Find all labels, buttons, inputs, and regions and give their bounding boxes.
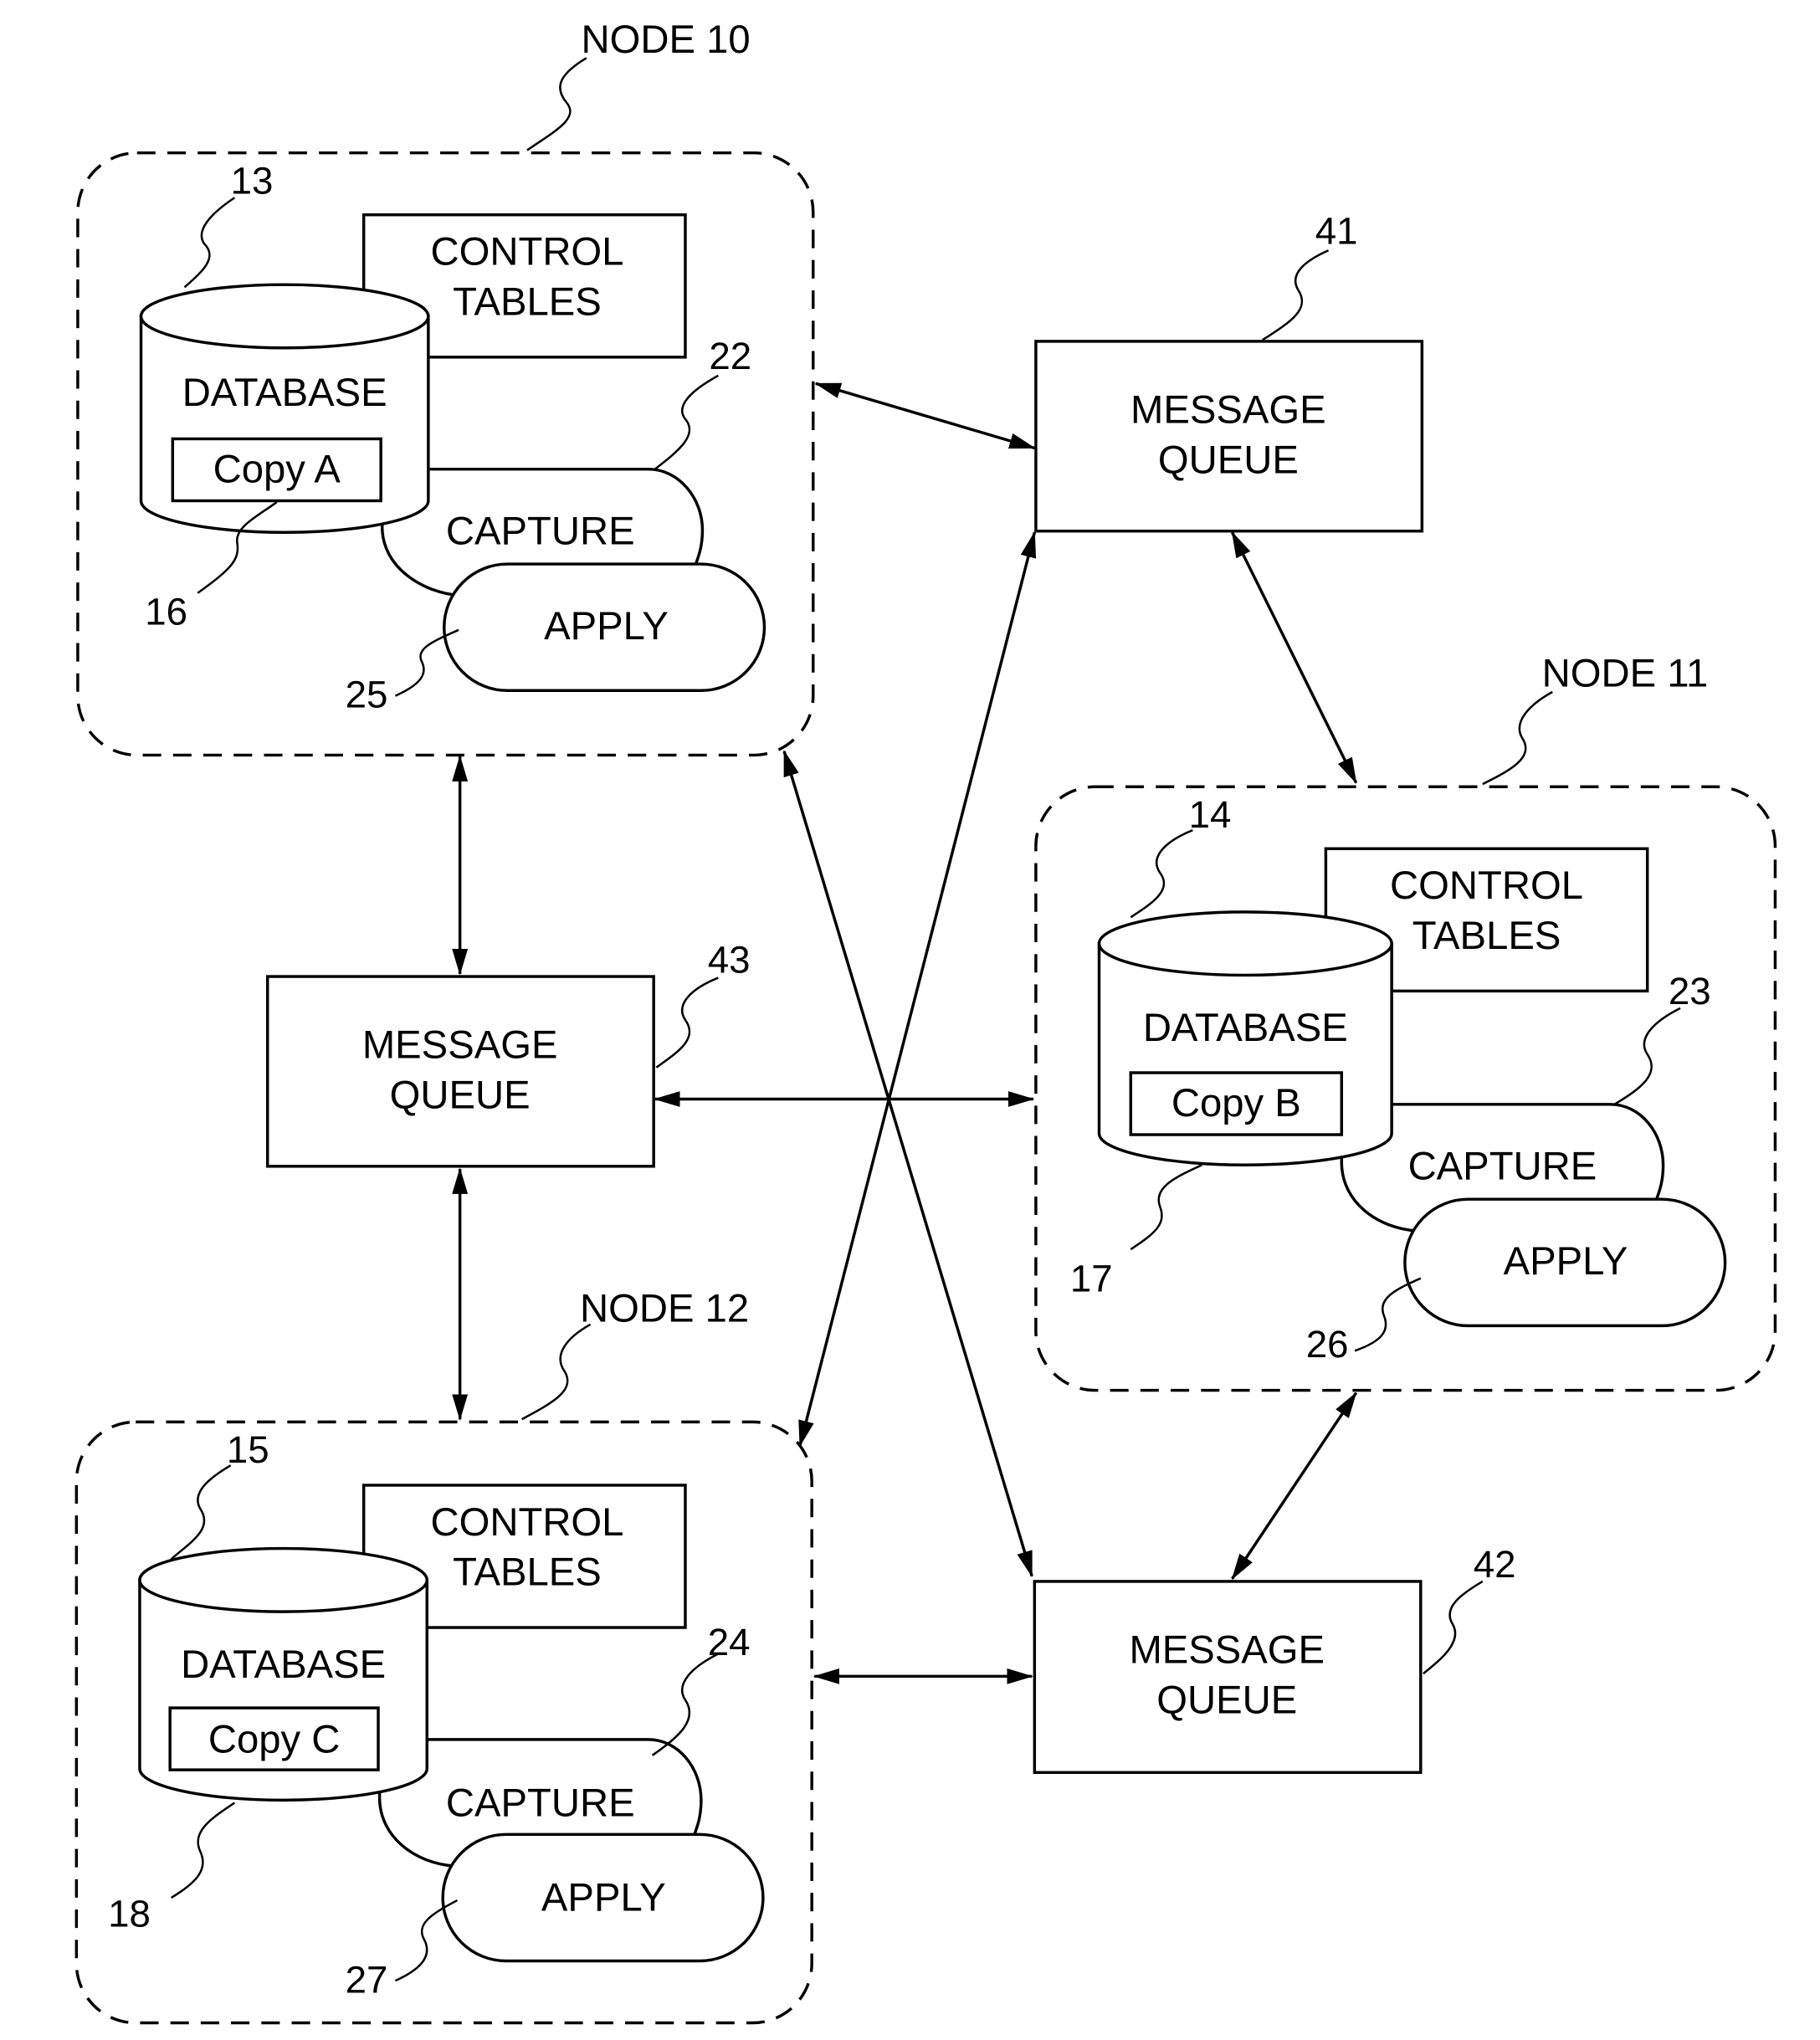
arrow-node10-queue41: [814, 382, 1036, 450]
queue-43-leader: [655, 976, 719, 1069]
queue-42-line1: MESSAGE: [1129, 1628, 1325, 1673]
message-queue-42: MESSAGE QUEUE 42: [1033, 1543, 1516, 1775]
arrow-node10-queue42: [782, 750, 1033, 1578]
queue-43-box: [265, 975, 655, 1168]
node-12-db-leader: [170, 1464, 232, 1561]
node-11-capture-leader: [1613, 1007, 1681, 1105]
queue-43-line1: MESSAGE: [362, 1023, 558, 1068]
node-12-control-tables-line2: TABLES: [453, 1551, 602, 1595]
node-12-apply-label: APPLY: [541, 1876, 666, 1920]
queue-42-ref: 42: [1474, 1543, 1516, 1586]
node-12-apply-ref: 27: [346, 1958, 388, 2001]
node-10-copy-label: Copy A: [213, 447, 341, 491]
node-10-capture-ref: 22: [709, 335, 751, 377]
arrow-queue41-node12: [798, 531, 1037, 1448]
queue-41-box: [1034, 340, 1424, 533]
node-11-capture-label: CAPTURE: [1408, 1145, 1597, 1189]
node-11-database-label: DATABASE: [1143, 1006, 1348, 1050]
node-11-leader: [1482, 690, 1553, 786]
queue-43-line2: QUEUE: [390, 1074, 531, 1118]
node-10: NODE 10 CONTROL TABLES CAPTURE DATABASE …: [76, 18, 815, 757]
node-12-control-tables-line1: CONTROL: [431, 1500, 624, 1545]
node-10-db-leader: [183, 197, 236, 289]
node-10-database-label: DATABASE: [182, 371, 387, 415]
queue-41-line1: MESSAGE: [1130, 388, 1326, 433]
queue-41-leader: [1262, 249, 1330, 341]
node-11-copy-ref: 17: [1070, 1257, 1113, 1299]
node-10-apply-ref: 25: [346, 674, 388, 716]
node-11-apply-ref: 26: [1306, 1323, 1349, 1366]
queue-41-ref: 41: [1315, 209, 1358, 252]
message-queue-43: MESSAGE QUEUE 43: [265, 938, 751, 1168]
queue-42-leader: [1423, 1580, 1484, 1675]
node-12-capture-label: CAPTURE: [446, 1781, 635, 1825]
node-11-control-tables-line1: CONTROL: [1390, 864, 1583, 908]
queue-41-line2: QUEUE: [1158, 438, 1299, 482]
node-10-leader: [526, 57, 587, 151]
node-11: NODE 11 CONTROL TABLES CAPTURE DATABASE …: [1034, 652, 1777, 1392]
node-12-db-ref: 15: [227, 1428, 269, 1471]
node-11-copy-leader: [1130, 1164, 1202, 1251]
node-10-capture-label: CAPTURE: [446, 509, 635, 553]
node-12-copy-label: Copy C: [208, 1718, 341, 1762]
node-10-apply-label: APPLY: [544, 604, 669, 648]
node-12-label: NODE 12: [580, 1287, 749, 1331]
node-11-control-tables-line2: TABLES: [1412, 914, 1561, 958]
queue-42-box: [1033, 1580, 1423, 1775]
node-10-db-ref: 13: [231, 160, 274, 202]
node-12-capture-ref: 24: [708, 1621, 751, 1663]
node-12-leader: [521, 1323, 592, 1421]
arrow-node11-queue42: [1231, 1392, 1358, 1581]
node-11-apply-label: APPLY: [1504, 1239, 1628, 1284]
node-12-copy-leader: [171, 1802, 236, 1899]
node-12: NODE 12 CONTROL TABLES CAPTURE DATABASE …: [74, 1287, 813, 2025]
node-11-label: NODE 11: [1542, 652, 1709, 696]
node-10-copy-ref: 16: [145, 591, 187, 633]
node-11-capture-ref: 23: [1669, 970, 1711, 1012]
queue-43-ref: 43: [708, 938, 751, 981]
replication-diagram: NODE 10 CONTROL TABLES CAPTURE DATABASE …: [74, 18, 1777, 2025]
node-11-db-ref: 14: [1189, 793, 1232, 836]
node-11-copy-label: Copy B: [1171, 1081, 1301, 1125]
node-10-capture-leader: [654, 374, 719, 470]
message-queue-41: MESSAGE QUEUE 41: [1034, 209, 1424, 533]
arrow-queue41-node11: [1231, 531, 1358, 784]
node-10-control-tables-line2: TABLES: [453, 279, 602, 324]
node-10-control-tables-line1: CONTROL: [431, 230, 624, 274]
node-12-copy-ref: 18: [108, 1893, 151, 1935]
node-12-database-label: DATABASE: [181, 1643, 386, 1687]
queue-42-line2: QUEUE: [1156, 1678, 1297, 1722]
node-10-label: NODE 10: [582, 18, 751, 62]
node-11-db-leader: [1130, 829, 1193, 919]
